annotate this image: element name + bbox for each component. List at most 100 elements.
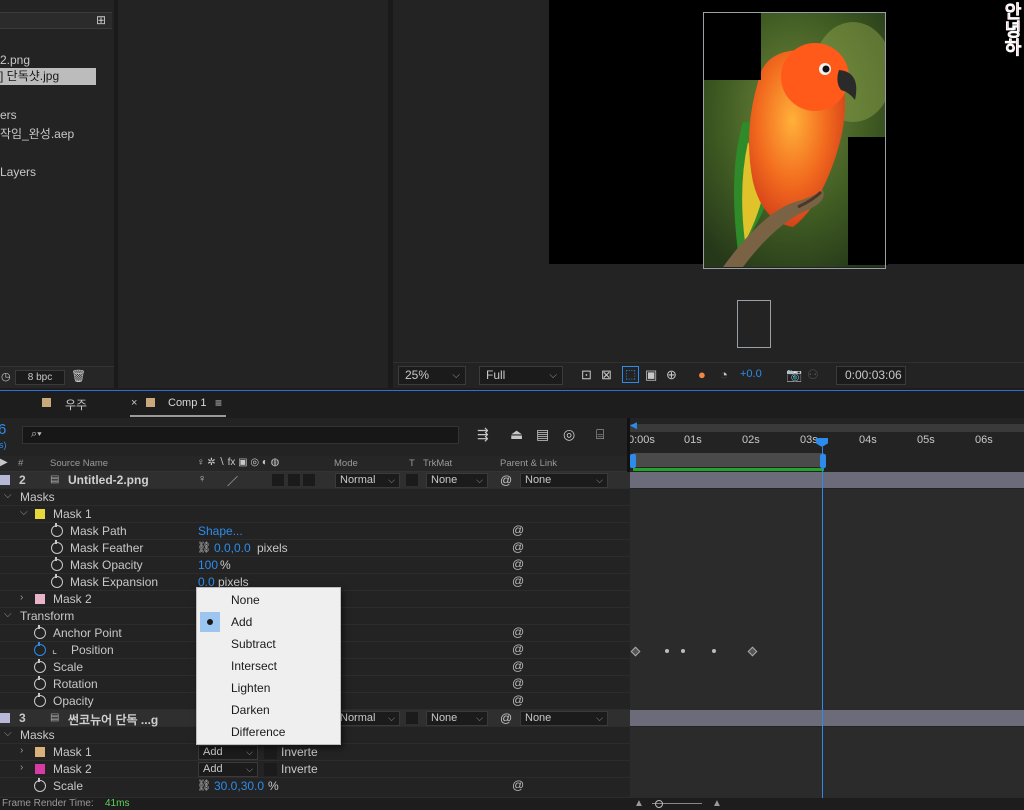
stopwatch-active-icon[interactable] [34,642,46,656]
work-area[interactable] [633,453,824,467]
shy-switch-icon[interactable]: ♀ [198,473,206,485]
playhead-line[interactable] [822,447,823,798]
snapshot-icon[interactable]: 📷 [786,367,802,383]
hide-shy-layers-icon[interactable]: ▤ [536,426,549,443]
mask-label[interactable]: Mask 1 [53,507,92,521]
show-snapshot-icon[interactable]: ⚇ [807,367,819,383]
project-item[interactable]: 작임_완성.aep [0,126,96,143]
transparency-grid-icon[interactable]: ⊠ [601,367,612,383]
property-row[interactable]: Scale ⛓ 30.0,30.0 % @ [0,778,630,798]
parent-select[interactable]: None ⌵ [520,711,608,726]
switch-box[interactable] [272,474,284,486]
tab-comp1[interactable]: Comp 1 [168,397,207,409]
stopwatch-icon[interactable] [34,778,46,792]
mask-mode-select[interactable]: Add ⌵ [198,745,258,760]
pickwhip-spiral-icon[interactable]: @ [512,574,524,588]
mask-mode-select[interactable]: Add ⌵ [198,762,258,777]
zoom-out-icon[interactable]: ▲ [634,798,644,809]
exposure-value[interactable]: +0.0 [740,368,762,380]
quality-switch-icon[interactable]: ／ [227,473,238,489]
stopwatch-icon[interactable] [51,540,63,554]
fast-previews-icon[interactable]: ⊡ [581,367,592,383]
current-time-short[interactable]: 6 [0,421,6,438]
color-management-icon[interactable]: ◔ [720,367,728,382]
switch-box[interactable] [303,474,315,486]
zoom-in-icon[interactable]: ▲ [712,798,722,809]
mask-row[interactable]: ⌵ Mask 1 [0,506,630,523]
graph-icon[interactable]: ⌞ [52,643,57,656]
menu-item-intersect[interactable]: Intersect [197,655,340,677]
pickwhip-spiral-icon[interactable]: @ [512,778,524,792]
menu-item-darken[interactable]: Darken [197,699,340,721]
layer-mode-select[interactable]: Normal ⌵ [335,473,400,488]
trkmat-select[interactable]: None ⌵ [426,473,488,488]
project-item-selected[interactable]: ] 단독샷.jpg [0,68,96,85]
offscreen-text-layer[interactable]: 안녕하 [995,0,1024,62]
mask-color-swatch[interactable] [35,764,45,774]
grid-guides-icon[interactable]: ⊕ [666,367,677,383]
stopwatch-icon[interactable] [34,676,46,690]
twirl-down-icon[interactable]: ⌵ [20,507,28,518]
flowchart-icon[interactable]: ⊞ [96,13,106,27]
layer-row[interactable]: 2 ▤ Untitled-2.png ♀ ／ Normal ⌵ None ⌵ @ N… [0,472,630,489]
mask-label[interactable]: Mask 2 [53,592,92,606]
mask-label[interactable]: Mask 1 [53,745,92,759]
layer-name[interactable]: 썬코뉴어 단독 ...g [68,711,158,728]
invert-checkbox[interactable] [264,763,277,776]
invert-checkbox[interactable] [264,746,277,759]
label-color[interactable] [0,713,10,723]
mask-row[interactable]: › Mask 2 Add ⌵ Inverte [0,761,630,778]
current-time-display[interactable]: 0:00:03:06 [836,366,906,385]
pickwhip-spiral-icon[interactable]: @ [512,540,524,554]
keyframe-dot[interactable] [665,649,669,653]
layer-duration-bar[interactable] [630,472,1024,489]
layer-bounding-box[interactable] [703,12,886,269]
layer-duration-bar[interactable] [630,710,1024,727]
mask-visibility-icon[interactable]: ⬚ [622,366,639,383]
pickwhip-spiral-icon[interactable]: @ [512,659,524,673]
property-group-row[interactable]: ⌵ Masks [0,489,630,506]
scale-value[interactable]: 30.0,30.0 [214,779,264,793]
twirl-right-icon[interactable]: › [20,762,23,773]
offscreen-layer-bounds[interactable] [737,300,771,348]
layer-search-input[interactable]: ⌕▾ [22,426,459,444]
work-area-start-handle[interactable] [630,454,636,468]
property-row[interactable]: Mask Feather ⛓ 0.0,0.0 pixels @ [0,540,630,557]
menu-icon[interactable]: ≡ [215,396,222,410]
keyframe-dot[interactable] [712,649,716,653]
trkmat-select[interactable]: None ⌵ [426,711,488,726]
layer-mode-select[interactable]: Normal ⌵ [335,711,400,726]
stopwatch-icon[interactable] [34,659,46,673]
region-of-interest-icon[interactable]: ▣ [645,367,657,383]
property-row[interactable]: Mask Opacity 100 % @ [0,557,630,574]
time-ruler[interactable]: ◀ 0:00s 01s 02s 03s 04s 05s 06s [628,418,1024,472]
mask-opacity-value[interactable]: 100 [198,558,218,572]
link-icon[interactable]: ⛓ [197,541,211,554]
mask-row[interactable]: › Mask 1 Add ⌵ Inverte [0,744,630,761]
link-icon[interactable]: ⛓ [197,779,211,792]
work-area-start[interactable]: ◀ [630,420,637,431]
project-item[interactable]: ers [0,107,96,124]
bpc-toggle[interactable]: 8 bpc [15,370,65,385]
mask-mode-menu[interactable]: None Add Subtract Intersect Lighten Dark… [196,587,341,745]
channels-icon[interactable]: ● [698,367,706,382]
pickwhip-spiral-icon[interactable]: @ [512,523,524,537]
property-row[interactable]: Mask Path Shape... @ [0,523,630,540]
parent-select[interactable]: None ⌵ [520,473,608,488]
comp-mini-flowchart-icon[interactable]: ⇶ [477,426,489,443]
keyframe-dot[interactable] [681,649,685,653]
work-area-end-handle[interactable] [820,454,826,468]
mask-color-swatch[interactable] [35,594,45,604]
trash-icon[interactable]: 🗑 [71,369,86,383]
twirl-down-icon[interactable]: ⌵ [4,728,12,739]
switch-box[interactable] [288,474,300,486]
menu-item-add[interactable]: Add [197,611,340,633]
pickwhip-spiral-icon[interactable]: @ [512,557,524,571]
stopwatch-icon[interactable] [34,693,46,707]
label-color[interactable] [0,475,10,485]
draft-3d-icon[interactable]: ⏏ [510,426,523,443]
pickwhip-spiral-icon[interactable]: @ [512,693,524,707]
pickwhip-icon[interactable]: @ [500,473,512,487]
twirl-right-icon[interactable]: › [20,745,23,756]
track-area[interactable] [630,472,1024,798]
